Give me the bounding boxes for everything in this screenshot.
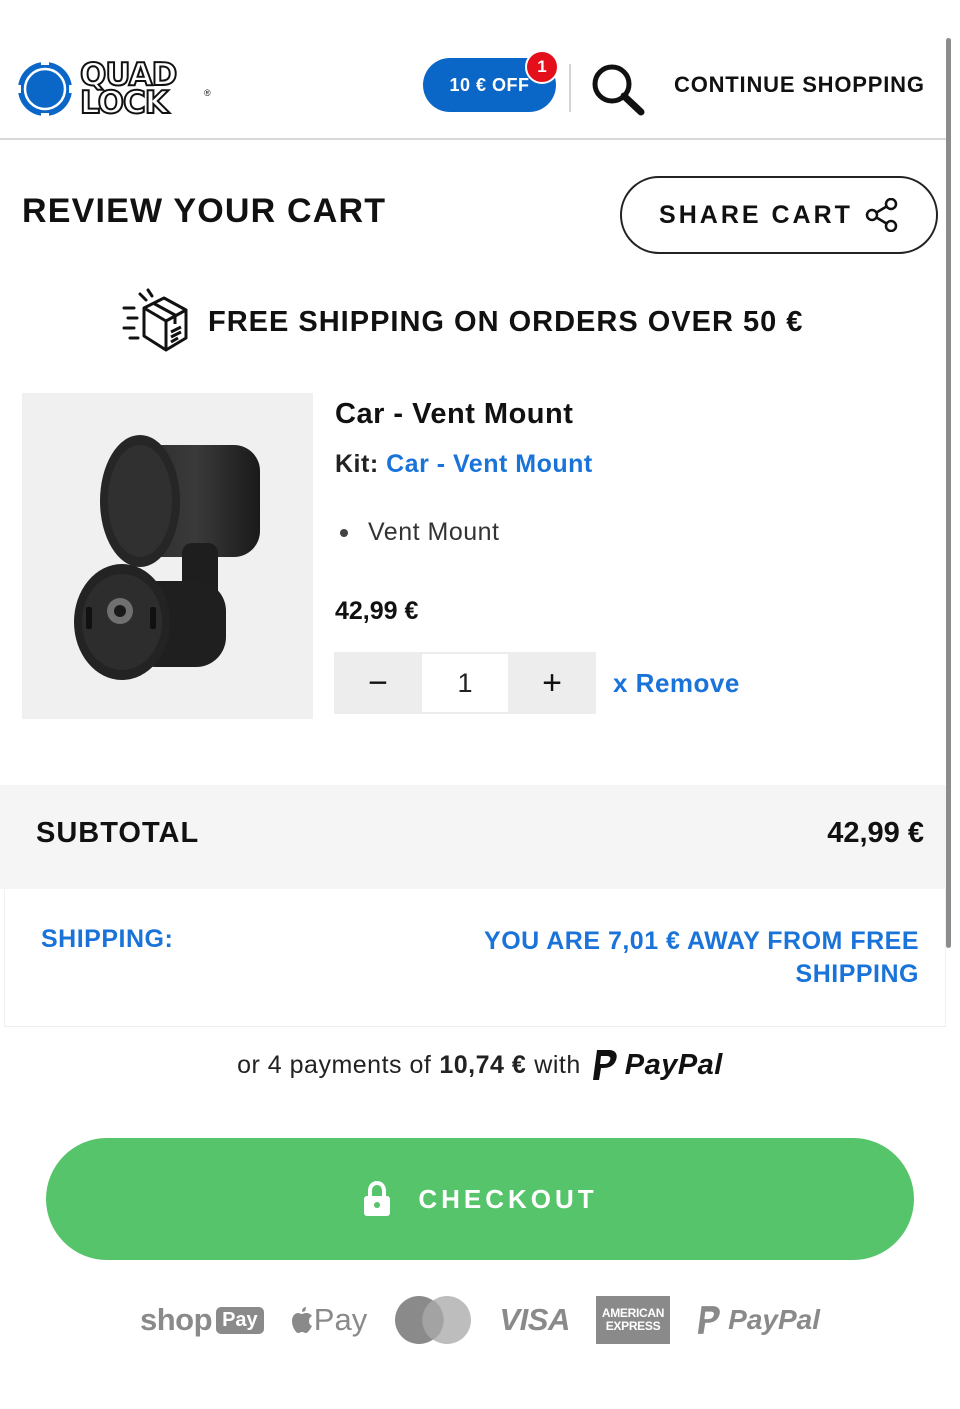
quad-lock-logo-icon xyxy=(16,60,74,118)
paypal-grey-icon xyxy=(697,1306,721,1334)
product-image[interactable] xyxy=(22,393,313,719)
quantity-input[interactable]: 1 xyxy=(422,654,508,712)
checkout-label: CHECKOUT xyxy=(418,1183,598,1214)
subtotal-value: 42,99 € xyxy=(827,817,924,849)
discount-count-badge: 1 xyxy=(525,50,559,84)
shipping-box-icon xyxy=(122,288,188,352)
product-name[interactable]: Car - Vent Mount xyxy=(335,398,573,431)
kit-line: Kit: Car - Vent Mount xyxy=(335,450,593,479)
apple-pay-logo: Pay xyxy=(290,1302,367,1338)
kit-name-link[interactable]: Car - Vent Mount xyxy=(386,450,593,478)
paypal-logo: PayPal xyxy=(591,1048,723,1082)
shop-pay-logo: shop Pay xyxy=(140,1302,264,1338)
payment-methods-row: shop Pay Pay VISA AMERICAN EXPRESS PayPa… xyxy=(140,1290,820,1350)
product-price: 42,99 € xyxy=(335,597,419,625)
paypal-payment-logo: PayPal xyxy=(696,1304,820,1336)
checkout-button[interactable]: CHECKOUT xyxy=(46,1138,914,1260)
quantity-increment-button[interactable]: + xyxy=(508,652,596,714)
apple-icon xyxy=(291,1307,312,1333)
shop-pay-box: Pay xyxy=(216,1306,264,1334)
installments-amount: 10,74 € xyxy=(439,1050,527,1079)
free-shipping-progress-message: YOU ARE 7,01 € AWAY FROM FREE SHIPPING xyxy=(484,927,919,988)
remove-item-link[interactable]: x Remove xyxy=(613,668,740,699)
kit-prefix: Kit: xyxy=(335,450,379,478)
shop-pay-word: shop xyxy=(140,1302,213,1337)
shipping-label: SHIPPING: xyxy=(41,925,174,953)
amex-logo: AMERICAN EXPRESS xyxy=(596,1296,670,1344)
installments-suffix: with xyxy=(534,1050,581,1079)
paypal-grey-wordmark: PayPal xyxy=(728,1304,820,1335)
share-icon xyxy=(865,198,898,232)
logo-word-lock: LOCK xyxy=(79,85,170,121)
logo-wordmark: QUAD LOCK xyxy=(79,59,178,121)
quad-lock-logo[interactable]: QUAD LOCK ® xyxy=(16,58,211,121)
kit-item: Vent Mount xyxy=(340,518,499,547)
free-shipping-text: FREE SHIPPING ON ORDERS OVER 50 € xyxy=(208,305,804,338)
header-divider xyxy=(569,64,571,112)
paypal-icon xyxy=(592,1050,617,1080)
amex-line-2: EXPRESS xyxy=(605,1319,661,1333)
subtotal-row: SUBTOTAL 42,99 € xyxy=(0,785,946,889)
quantity-stepper: − 1 + xyxy=(334,652,596,714)
page-title: REVIEW YOUR CART xyxy=(22,192,387,230)
site-header: QUAD LOCK ® 10 € OFF 1 CONTINUE SHOPPING xyxy=(0,0,946,140)
visa-logo: VISA xyxy=(499,1302,571,1337)
lock-icon xyxy=(364,1181,391,1216)
continue-shopping-link[interactable]: CONTINUE SHOPPING xyxy=(674,72,925,98)
logo-registered-mark: ® xyxy=(204,88,211,98)
vent-mount-illustration xyxy=(74,435,260,680)
share-cart-label: SHARE CART xyxy=(659,200,853,229)
page-scrollbar[interactable] xyxy=(946,38,951,948)
installments-prefix: or 4 payments of xyxy=(237,1050,432,1079)
share-cart-button[interactable]: SHARE CART xyxy=(620,176,938,254)
discount-pill-label: 10 € OFF xyxy=(449,74,530,95)
subtotal-label: SUBTOTAL xyxy=(36,817,200,849)
paypal-wordmark: PayPal xyxy=(624,1048,723,1081)
apple-pay-word: Pay xyxy=(313,1302,368,1337)
paypal-installments-message[interactable]: or 4 payments of 10,74 € with PayPal xyxy=(0,1040,960,1090)
mastercard-logo xyxy=(395,1296,472,1344)
search-icon[interactable] xyxy=(590,62,646,116)
quantity-decrement-button[interactable]: − xyxy=(334,652,422,714)
kit-items-list: Vent Mount xyxy=(340,518,499,547)
free-shipping-banner: FREE SHIPPING ON ORDERS OVER 50 € xyxy=(120,286,850,358)
shipping-row: SHIPPING: YOU ARE 7,01 € AWAY FROM FREE … xyxy=(4,889,946,1027)
